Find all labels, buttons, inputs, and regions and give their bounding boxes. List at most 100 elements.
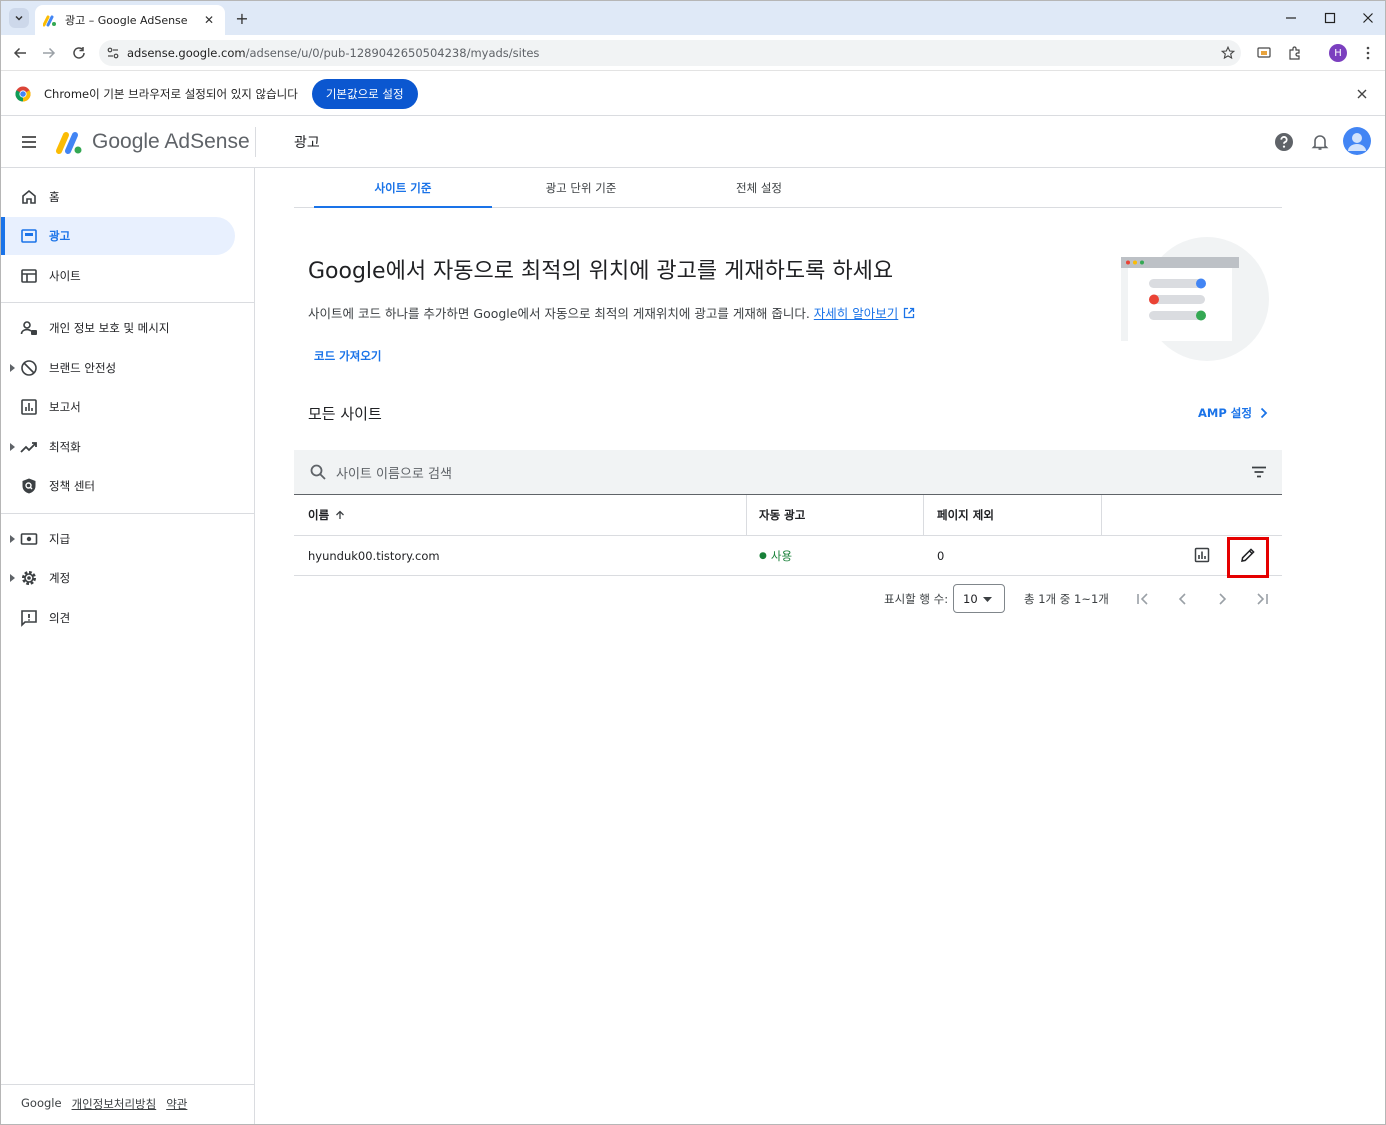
sidebar-item-label: 광고 [49, 229, 71, 243]
table-row: hyunduk00.tistory.com ● 사용 0 [294, 536, 1282, 576]
learn-more-link[interactable]: 자세히 알아보기 [814, 303, 898, 322]
set-default-button[interactable]: 기본값으로 설정 [311, 78, 418, 109]
tab-by-ad-unit[interactable]: 광고 단위 기준 [492, 169, 670, 207]
minimize-button[interactable] [1280, 7, 1302, 29]
sidebar-item-policy-center[interactable]: 정책 센터 [1, 467, 235, 505]
amp-settings-label: AMP 설정 [1198, 406, 1252, 420]
close-window-button[interactable] [1357, 7, 1379, 29]
sidebar-item-ads[interactable]: 광고 [1, 217, 235, 255]
sidebar-item-feedback[interactable]: 의견 [1, 599, 235, 637]
block-icon [21, 360, 37, 376]
sidebar-item-sites[interactable]: 사이트 [1, 257, 235, 295]
column-header-auto-ads[interactable]: 자동 광고 [759, 495, 805, 535]
maximize-button[interactable] [1319, 7, 1341, 29]
sidebar-item-privacy[interactable]: 개인 정보 보호 및 메시지 [1, 309, 235, 347]
column-separator [746, 495, 747, 535]
last-page-icon [1257, 593, 1268, 605]
default-browser-infobar: Chrome이 기본 브라우저로 설정되어 있지 않습니다 기본값으로 설정 [1, 72, 1385, 116]
sidebar-item-label: 의견 [49, 611, 71, 625]
sidebar-item-label: 개인 정보 보호 및 메시지 [49, 321, 170, 335]
account-avatar[interactable] [1343, 127, 1371, 155]
tab-close-icon[interactable]: ✕ [201, 12, 217, 28]
infobar-close-icon[interactable] [1353, 85, 1371, 103]
filter-list-icon[interactable] [1250, 463, 1268, 481]
extensions-button[interactable] [1285, 43, 1305, 63]
new-tab-button[interactable]: + [233, 9, 251, 28]
sidebar-item-brand-safety[interactable]: 브랜드 안전성 [1, 349, 235, 387]
site-search-bar[interactable]: 사이트 이름으로 검색 [294, 450, 1282, 495]
maximize-icon [1324, 12, 1336, 24]
open-in-new-icon [904, 307, 915, 318]
sidebar-item-label: 계정 [49, 571, 71, 585]
home-icon [22, 189, 36, 204]
next-page-button[interactable] [1212, 589, 1232, 609]
amp-settings-link[interactable]: AMP 설정 [1198, 405, 1268, 421]
browser-tab-active[interactable]: 광고 – Google AdSense ✕ [35, 5, 225, 35]
tab-by-site[interactable]: 사이트 기준 [314, 169, 492, 208]
sidebar-item-reports[interactable]: 보고서 [1, 388, 235, 426]
back-button[interactable] [9, 42, 31, 64]
brand-name: Google AdSense [92, 130, 250, 153]
sidebar-item-home[interactable]: 홈 [1, 178, 235, 216]
site-info-icon[interactable] [99, 46, 127, 60]
payments-icon [20, 533, 38, 545]
first-page-button[interactable] [1133, 589, 1153, 609]
hero-title: Google에서 자동으로 최적의 위치에 광고를 게재하도록 하세요 [308, 259, 894, 284]
chevron-left-icon [1178, 593, 1186, 605]
tab-search-button[interactable] [9, 8, 29, 28]
forward-button[interactable] [38, 42, 60, 64]
rows-per-page-select[interactable]: 10 [953, 584, 1005, 613]
content-tabs: 사이트 기준 광고 단위 기준 전체 설정 [294, 169, 1282, 208]
address-bar[interactable]: adsense.google.com/adsense/u/0/pub-12890… [99, 40, 1241, 66]
auto-ads-status: 사용 [770, 548, 793, 563]
more-vert-icon [1366, 46, 1370, 60]
terms-link[interactable]: 약관 [166, 1096, 187, 1112]
auto-ads-status-cell: ● 사용 [759, 536, 792, 575]
site-report-button[interactable] [1192, 545, 1212, 565]
sidebar-item-label: 홈 [49, 190, 60, 204]
profile-avatar[interactable]: H [1329, 44, 1347, 62]
sidebar-item-optimization[interactable]: 최적화 [1, 428, 235, 466]
chrome-logo-icon [15, 86, 31, 102]
sidebar-item-label: 지급 [49, 532, 71, 546]
expand-caret-icon [10, 574, 15, 582]
sidebar-item-label: 브랜드 안전성 [49, 361, 117, 375]
ads-icon [21, 229, 37, 243]
column-header-excluded-pages[interactable]: 페이지 제외 [937, 495, 994, 535]
get-code-button[interactable]: 코드 가져오기 [314, 348, 381, 364]
sidebar-item-account[interactable]: 계정 [1, 559, 235, 597]
sites-icon [21, 269, 37, 283]
puzzle-icon [1289, 46, 1300, 60]
column-name-label: 이름 [308, 508, 330, 522]
column-header-name[interactable]: 이름 [308, 495, 345, 535]
privacy-icon [20, 321, 37, 335]
hamburger-menu-icon[interactable] [19, 132, 39, 152]
notifications-button[interactable] [1309, 131, 1331, 153]
sort-arrow-up-icon [336, 510, 345, 519]
arrow-right-icon [43, 47, 56, 59]
close-icon [1363, 13, 1373, 23]
url-text: adsense.google.com/adsense/u/0/pub-12890… [127, 46, 1215, 60]
first-page-icon [1137, 593, 1148, 605]
sidebar-footer: Google 개인정보처리방침 약관 [21, 1096, 187, 1112]
pagination-range: 총 1개 중 1~1개 [1024, 592, 1109, 606]
tab-global-settings[interactable]: 전체 설정 [670, 169, 848, 207]
sidebar-item-payments[interactable]: 지급 [1, 520, 235, 558]
table-pagination: 표시할 행 수: 10 총 1개 중 1~1개 [884, 584, 1284, 614]
cast-button[interactable] [1254, 43, 1274, 63]
hero-description-text: 사이트에 코드 하나를 추가하면 Google에서 자동으로 최적의 게재위치에… [308, 306, 810, 321]
last-page-button[interactable] [1252, 589, 1272, 609]
sidebar-divider [1, 513, 254, 514]
reload-button[interactable] [68, 42, 90, 64]
help-button[interactable] [1273, 131, 1295, 153]
search-input[interactable]: 사이트 이름으로 검색 [336, 463, 452, 482]
chevron-right-icon [1260, 407, 1268, 419]
policy-shield-icon [22, 478, 36, 494]
chevron-down-icon [15, 15, 23, 21]
reports-icon [21, 399, 37, 415]
minimize-icon [1286, 17, 1296, 19]
previous-page-button[interactable] [1173, 589, 1193, 609]
bookmark-star-icon[interactable] [1215, 46, 1241, 60]
browser-menu-button[interactable] [1358, 43, 1378, 63]
privacy-policy-link[interactable]: 개인정보처리방침 [72, 1096, 157, 1112]
